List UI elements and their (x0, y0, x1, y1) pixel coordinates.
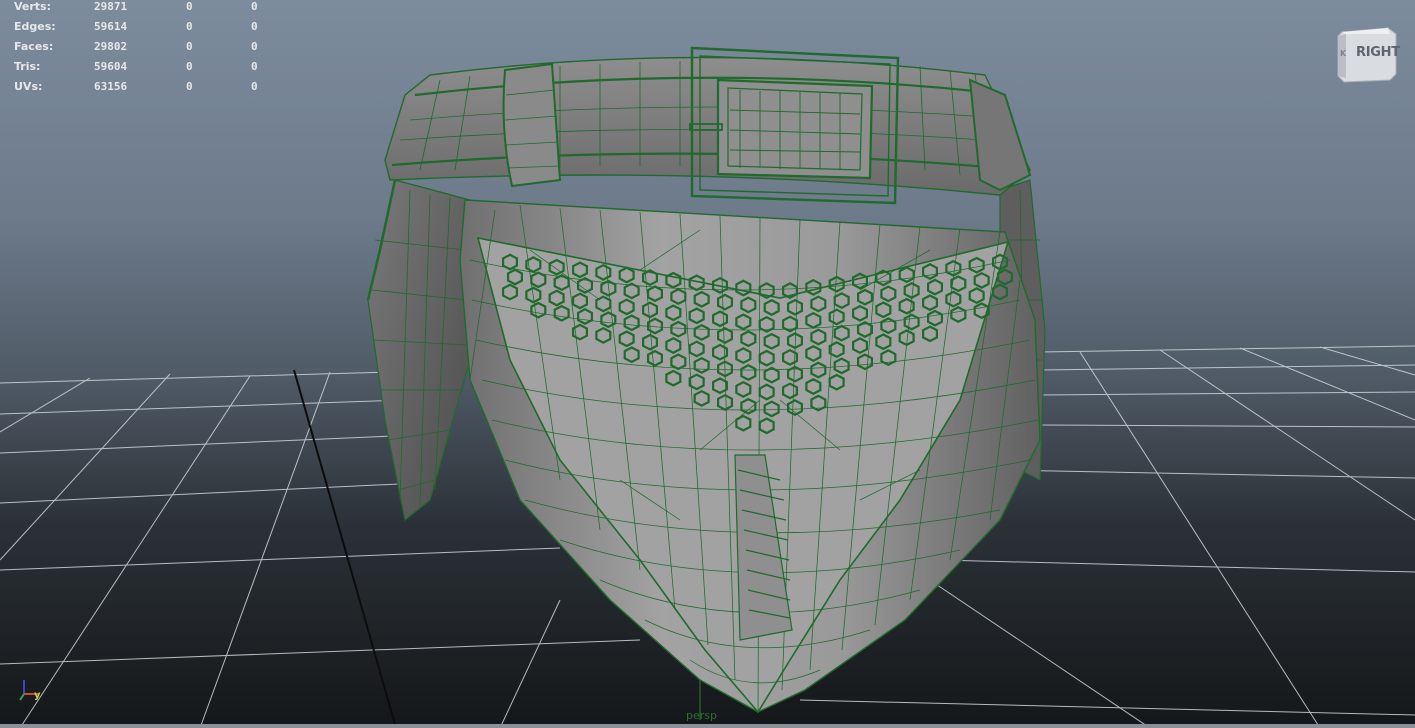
viewport-bottom-border (0, 724, 1415, 728)
hud-value: 0 (186, 60, 193, 73)
hud-value: 0 (251, 80, 258, 93)
hud-label: Verts: (14, 0, 52, 13)
hud-value: 0 (251, 0, 258, 13)
hud-label: UVs: (14, 80, 43, 93)
maya-perspective-viewport[interactable]: Verts: 29871 0 0 Edges: 59614 0 0 Faces:… (0, 0, 1415, 728)
hud-value: 29871 (94, 0, 128, 13)
hud-label: Faces: (14, 40, 54, 53)
hud-value: 59604 (94, 60, 128, 73)
hud-value: 0 (186, 0, 193, 13)
hud-label: Edges: (14, 20, 56, 33)
axis-gizmo-icon: y (16, 674, 52, 704)
hud-value: 0 (186, 40, 193, 53)
view-cube-label: RIGHT (1356, 45, 1400, 60)
svg-text:K: K (1340, 49, 1347, 58)
hud-value: 29802 (94, 40, 128, 53)
view-cube-icon[interactable]: K RIGHT (1334, 26, 1400, 84)
hud-value: 0 (186, 80, 193, 93)
hud-value: 63156 (94, 80, 128, 93)
skirt-body (459, 199, 1041, 714)
hud-value: 59614 (94, 20, 128, 33)
hud-value: 0 (251, 40, 258, 53)
hud-label: Tris: (14, 60, 41, 73)
scene-svg (0, 46, 1415, 728)
camera-name-label: persp (686, 709, 717, 722)
hud-value: 0 (251, 20, 258, 33)
hud-value: 0 (251, 60, 258, 73)
side-flap-left (366, 179, 471, 522)
grid-axis-line (293, 369, 397, 728)
hud-value: 0 (186, 20, 193, 33)
axis-y-label: y (34, 690, 41, 701)
belt (384, 46, 1032, 205)
